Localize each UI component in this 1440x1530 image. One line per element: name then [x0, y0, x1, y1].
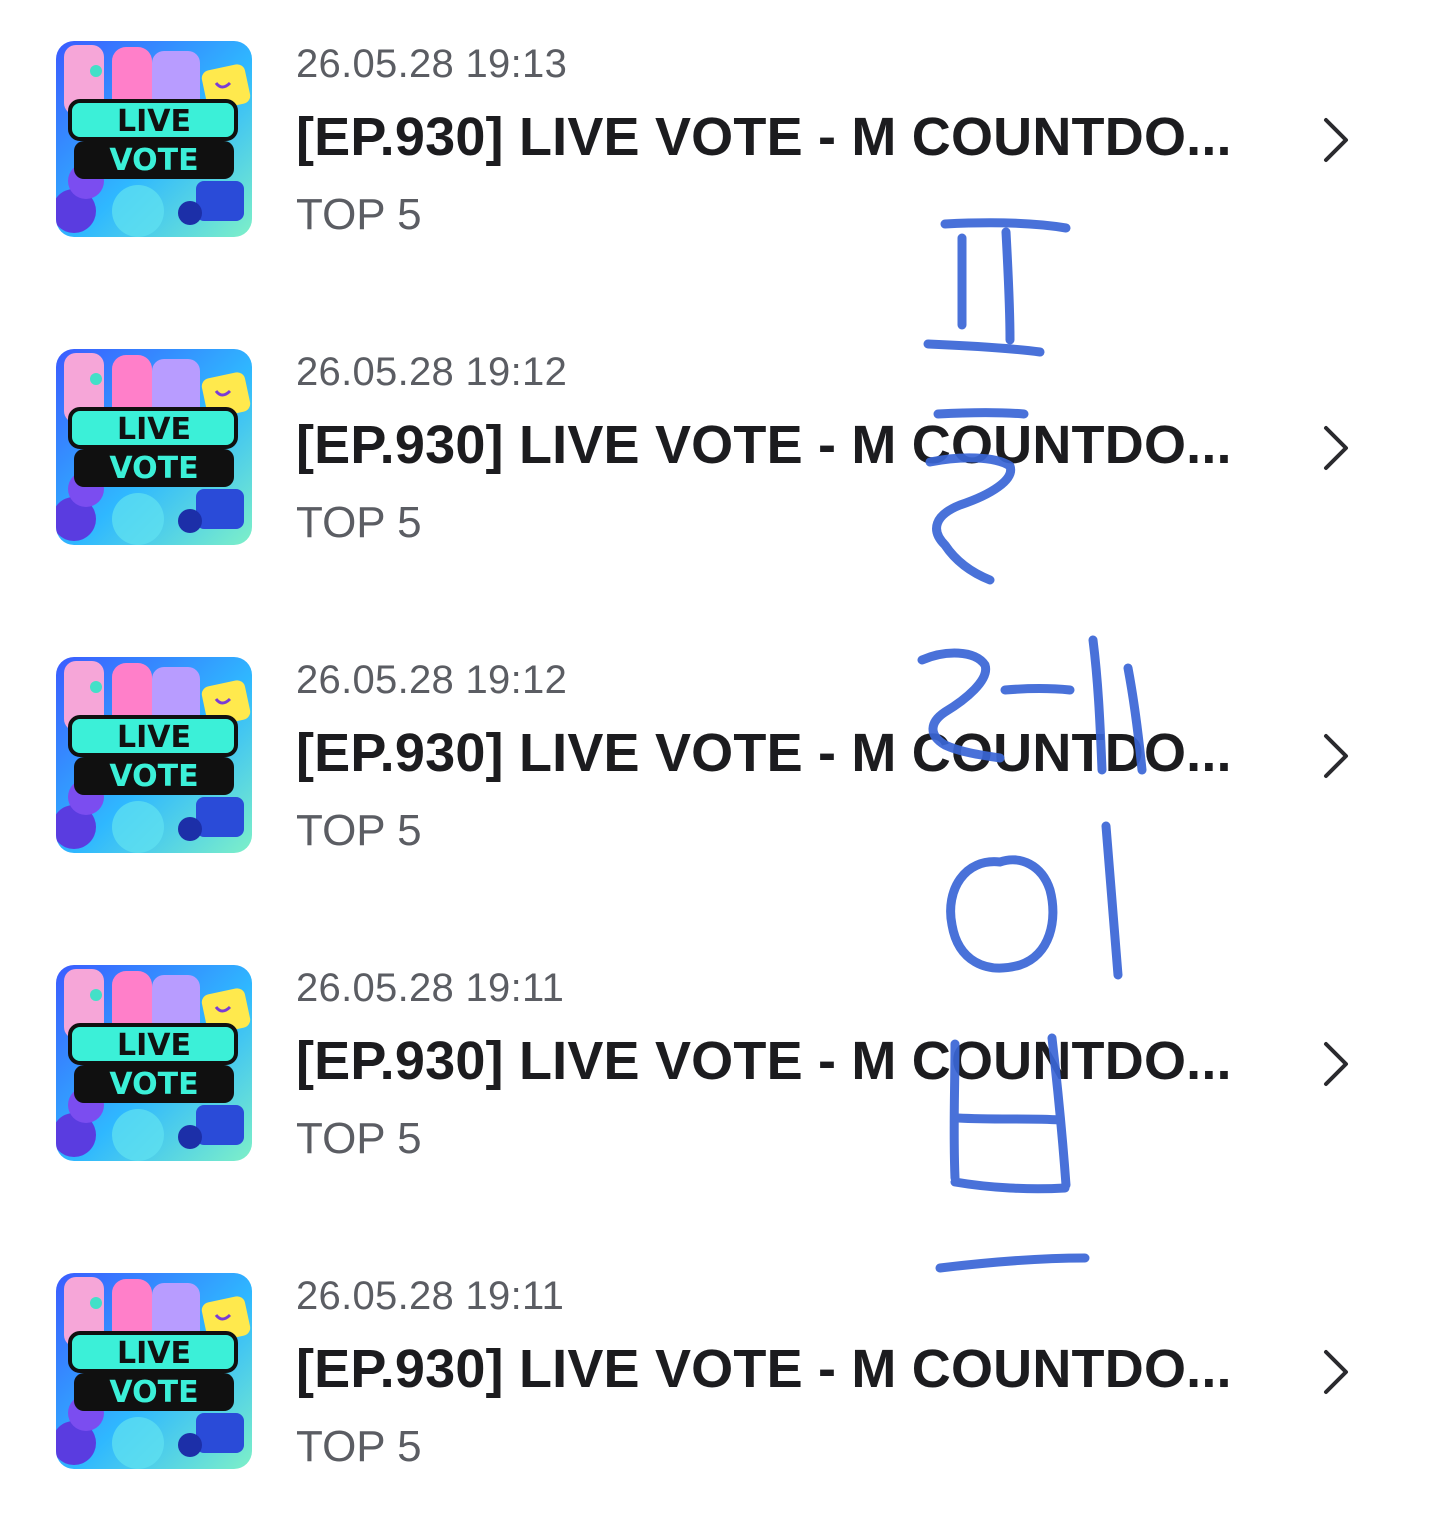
live-vote-thumbnail: LIVE VOTE: [56, 657, 252, 853]
list-item[interactable]: LIVE VOTE 26.05.28 19:12 [EP.930] LIVE VO…: [0, 616, 1440, 856]
chevron-right-icon[interactable]: [1318, 422, 1354, 474]
list-item[interactable]: LIVE VOTE 26.05.28 19:13 [EP.930] LIVE VO…: [0, 0, 1440, 240]
list-item[interactable]: LIVE VOTE 26.05.28 19:11 [EP.930] LIVE VO…: [0, 1232, 1440, 1472]
chevron-right-icon[interactable]: [1318, 730, 1354, 782]
item-date: 26.05.28 19:11: [296, 1274, 565, 1318]
chevron-right-icon[interactable]: [1318, 1346, 1354, 1398]
item-title: [EP.930] LIVE VOTE - M COUNTDO...: [296, 723, 1232, 783]
live-vote-thumbnail: LIVE VOTE: [56, 41, 252, 237]
item-subtitle: TOP 5: [296, 806, 422, 855]
item-subtitle: TOP 5: [296, 1114, 422, 1163]
item-subtitle: TOP 5: [296, 190, 422, 239]
chevron-right-icon[interactable]: [1318, 114, 1354, 166]
svg-text:LIVE: LIVE: [117, 1028, 191, 1063]
svg-text:VOTE: VOTE: [109, 1375, 198, 1410]
svg-text:LIVE: LIVE: [117, 412, 191, 447]
item-date: 26.05.28 19:12: [296, 658, 568, 702]
item-title: [EP.930] LIVE VOTE - M COUNTDO...: [296, 1339, 1232, 1399]
live-vote-thumbnail: LIVE VOTE: [56, 965, 252, 1161]
item-subtitle: TOP 5: [296, 1422, 422, 1471]
item-date: 26.05.28 19:12: [296, 350, 568, 394]
item-date: 26.05.28 19:13: [296, 42, 568, 86]
item-title: [EP.930] LIVE VOTE - M COUNTDO...: [296, 1031, 1232, 1091]
item-subtitle: TOP 5: [296, 498, 422, 547]
svg-text:VOTE: VOTE: [109, 451, 198, 486]
svg-text:LIVE: LIVE: [117, 104, 191, 139]
svg-text:LIVE: LIVE: [117, 1336, 191, 1371]
item-title: [EP.930] LIVE VOTE - M COUNTDO...: [296, 107, 1232, 167]
list-item[interactable]: LIVE VOTE 26.05.28 19:11 [EP.930] LIVE VO…: [0, 924, 1440, 1164]
item-title: [EP.930] LIVE VOTE - M COUNTDO...: [296, 415, 1232, 475]
svg-text:VOTE: VOTE: [109, 143, 198, 178]
svg-text:VOTE: VOTE: [109, 1067, 198, 1102]
live-vote-thumbnail: LIVE VOTE: [56, 349, 252, 545]
item-date: 26.05.28 19:11: [296, 966, 565, 1010]
live-vote-thumbnail: LIVE VOTE: [56, 1273, 252, 1469]
chevron-right-icon[interactable]: [1318, 1038, 1354, 1090]
svg-text:LIVE: LIVE: [117, 720, 191, 755]
svg-text:VOTE: VOTE: [109, 759, 198, 794]
list-item[interactable]: LIVE VOTE 26.05.28 19:12 [EP.930] LIVE VO…: [0, 308, 1440, 548]
